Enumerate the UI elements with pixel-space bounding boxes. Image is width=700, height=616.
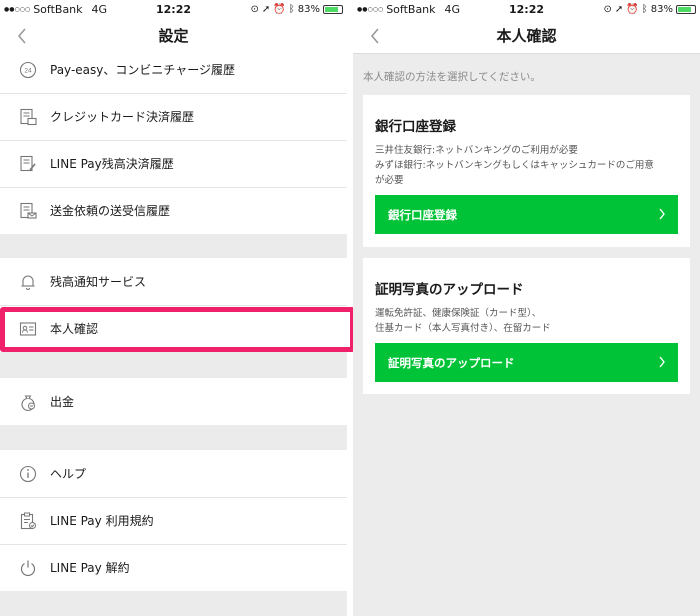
power-icon (18, 558, 38, 578)
list-item-transfer-request-history[interactable]: 送金依頼の送受信履歴 (0, 187, 347, 234)
alarm-icon: ⏰ (626, 3, 639, 15)
list-item-help[interactable]: ヘルプ (0, 450, 347, 497)
card-document-icon (18, 107, 38, 127)
page-title: 本人確認 (496, 27, 557, 45)
list-item-label: 出金 (50, 395, 75, 409)
withdraw-group: 出金 (0, 378, 347, 425)
location-icon: ➚ (261, 3, 271, 15)
chevron-right-icon (659, 356, 665, 368)
alarm-icon: ⏰ (273, 3, 286, 15)
list-item-label: ヘルプ (50, 467, 87, 481)
identity-verification-screen: ●●○○○ SoftBank 4G 12:22 ⊙ ➚ ⏰ ᛒ 83% 本人確認… (353, 0, 700, 616)
instruction-text: 本人確認の方法を選択してください。 (363, 71, 541, 83)
calendar-24-icon: 24 (18, 60, 38, 80)
button-label: 証明写真のアップロード (388, 355, 515, 370)
clipboard-icon (18, 511, 38, 531)
status-bar: ●●○○○ SoftBank 4G 12:22 ⊙ ➚ ⏰ ᛒ 83% (353, 0, 700, 18)
document-send-icon (18, 201, 38, 221)
battery-percent: 83% (650, 3, 673, 15)
highlight-frame (0, 307, 355, 352)
list-item-balance-notification[interactable]: 残高通知サービス (0, 258, 347, 305)
list-item-label: LINE Pay 利用規約 (50, 514, 154, 528)
card-title: 銀行口座登録 (375, 119, 456, 135)
photo-upload-button[interactable]: 証明写真のアップロード (375, 343, 678, 382)
list-item-withdraw[interactable]: 出金 (0, 378, 347, 425)
location-icon: ➚ (614, 3, 624, 15)
money-bag-icon (18, 392, 38, 412)
photo-upload-card: 証明写真のアップロード 運転免許証、健康保険証（カード型）、 住基カード（本人写… (363, 258, 690, 394)
page-title: 設定 (158, 27, 189, 45)
bluetooth-icon: ᛒ (641, 3, 648, 15)
list-item-label: LINE Pay 解約 (50, 561, 130, 575)
button-label: 銀行口座登録 (388, 207, 457, 222)
network-label: 4G (91, 2, 108, 16)
network-label: 4G (444, 2, 461, 16)
rotation-lock-icon: ⊙ (250, 3, 259, 15)
back-button[interactable] (10, 24, 34, 48)
carrier-label: SoftBank (33, 2, 83, 16)
chevron-right-icon (659, 208, 665, 220)
document-edit-icon (18, 154, 38, 174)
clock: 12:22 (155, 2, 192, 16)
list-item-label: Pay-easy、コンビニチャージ履歴 (50, 63, 236, 77)
status-bar: ●●○○○ SoftBank 4G 12:22 ⊙ ➚ ⏰ ᛒ 83% (0, 0, 347, 18)
signal-icon: ●●○○○ (357, 5, 384, 13)
desc-line: 運転免許証、健康保険証（カード型）、 (375, 308, 542, 319)
navigation-bar: 本人確認 (353, 18, 700, 54)
bell-icon (18, 272, 38, 292)
list-item-cancel-account[interactable]: LINE Pay 解約 (0, 544, 347, 591)
list-item-payeasy-history[interactable]: 24 Pay-easy、コンビニチャージ履歴 (0, 46, 347, 93)
desc-line: が必要 (375, 175, 404, 186)
svg-text:24: 24 (24, 67, 32, 74)
list-item-balance-payment-history[interactable]: LINE Pay残高決済履歴 (0, 140, 347, 187)
list-item-terms[interactable]: LINE Pay 利用規約 (0, 497, 347, 544)
signal-icon: ●●○○○ (4, 5, 31, 13)
clock: 12:22 (508, 2, 545, 16)
battery-icon (323, 4, 343, 14)
desc-line: 三井住友銀行:ネットバンキングのご利用が必要 (375, 145, 578, 156)
back-button[interactable] (363, 24, 387, 48)
card-title: 証明写真のアップロード (375, 282, 524, 298)
carrier-label: SoftBank (386, 2, 436, 16)
bluetooth-icon: ᛒ (288, 3, 295, 15)
list-item-label: LINE Pay残高決済履歴 (50, 157, 174, 171)
list-item-credit-card-history[interactable]: クレジットカード決済履歴 (0, 93, 347, 140)
desc-line: みずほ銀行:ネットバンキングもしくはキャッシュカードのご用意 (375, 160, 654, 171)
bank-account-card: 銀行口座登録 三井住友銀行:ネットバンキングのご利用が必要 みずほ銀行:ネットバ… (363, 95, 690, 247)
list-item-label: クレジットカード決済履歴 (50, 110, 195, 124)
info-icon (18, 464, 38, 484)
chevron-left-icon (17, 28, 26, 44)
list-item-label: 残高通知サービス (50, 275, 147, 289)
history-group: 24 Pay-easy、コンビニチャージ履歴 クレジットカード決済履歴 LINE… (0, 46, 347, 234)
list-item-label: 送金依頼の送受信履歴 (50, 204, 171, 218)
rotation-lock-icon: ⊙ (603, 3, 612, 15)
battery-icon (676, 4, 696, 14)
bank-account-register-button[interactable]: 銀行口座登録 (375, 195, 678, 234)
chevron-left-icon (370, 28, 379, 44)
card-description: 三井住友銀行:ネットバンキングのご利用が必要 みずほ銀行:ネットバンキングもしく… (375, 143, 678, 188)
support-group: ヘルプ LINE Pay 利用規約 LINE Pay 解約 (0, 450, 347, 591)
desc-line: 住基カード（本人写真付き）、在留カード (375, 323, 551, 334)
battery-percent: 83% (297, 3, 320, 15)
card-description: 運転免許証、健康保険証（カード型）、 住基カード（本人写真付き）、在留カード (375, 306, 678, 336)
